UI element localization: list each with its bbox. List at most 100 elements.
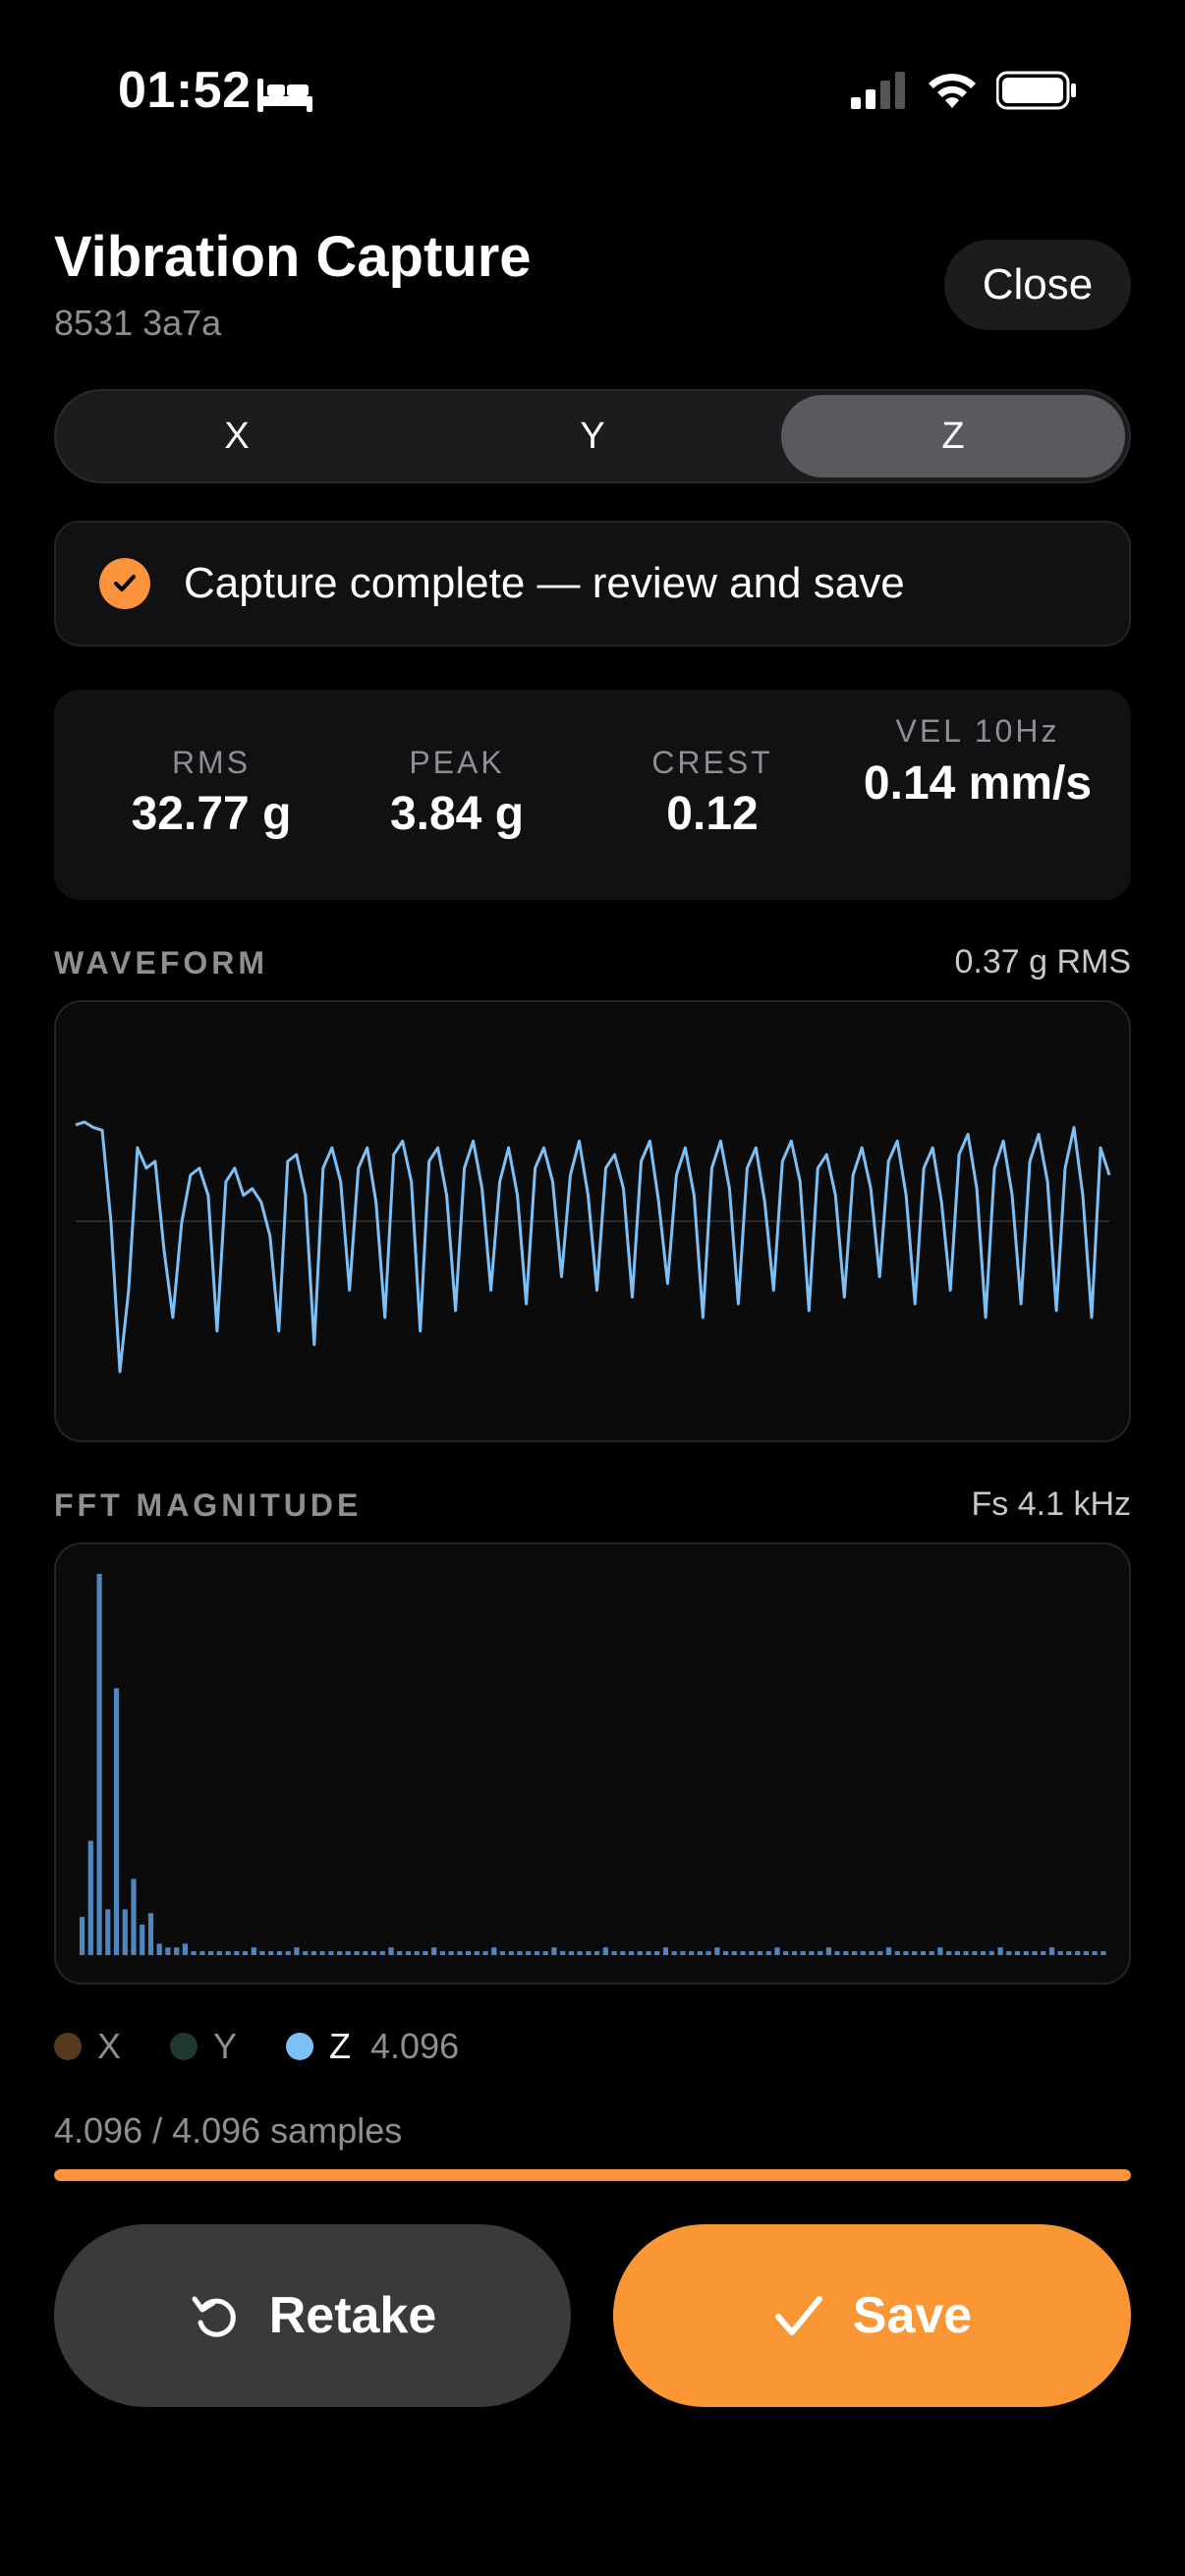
legend-label: X — [97, 2026, 122, 2066]
fft-bar — [1083, 1951, 1089, 1955]
fft-bar — [697, 1951, 703, 1955]
fft-bar — [740, 1951, 746, 1955]
metric-value: 3.84 g — [389, 788, 525, 840]
fft-bar — [337, 1951, 343, 1955]
fft-bar — [276, 1951, 283, 1955]
metric-label: RMS — [171, 745, 252, 780]
fft-bar — [474, 1951, 480, 1955]
fft-bar — [234, 1951, 240, 1955]
cellular-signal-icon — [851, 72, 905, 109]
save-button[interactable]: Save — [613, 2224, 1131, 2407]
fft-bar — [654, 1951, 660, 1955]
fft-bar — [988, 1951, 994, 1955]
fft-bar — [122, 1909, 128, 1955]
fft-bar — [191, 1951, 197, 1955]
metric-value: 32.77 g — [131, 788, 292, 840]
fft-chart — [80, 1574, 1106, 1955]
fft-bar — [620, 1951, 626, 1955]
fft-bar — [1032, 1951, 1038, 1955]
fft-bar — [482, 1951, 488, 1955]
fft-bar — [439, 1951, 445, 1955]
save-label: Save — [852, 2287, 973, 2344]
status-message: Capture complete — review and save — [184, 559, 905, 607]
metric-label: CREST — [651, 745, 773, 780]
device-id: 8531 3a7a — [54, 303, 222, 343]
fft-bar — [723, 1951, 729, 1955]
fft-bar — [860, 1951, 866, 1955]
fft-bar — [774, 1947, 780, 1955]
legend-item-y: Y — [170, 2026, 237, 2067]
fft-bar — [251, 1947, 256, 1955]
fft-bar — [646, 1951, 651, 1955]
fft-bar — [147, 1913, 154, 1955]
fft-bar — [1014, 1951, 1021, 1955]
fft-bar — [731, 1951, 737, 1955]
waveform-rms: 0.37 g RMS — [954, 943, 1131, 980]
fft-bar — [499, 1951, 506, 1955]
retake-label: Retake — [268, 2287, 437, 2344]
fft-bar — [560, 1951, 566, 1955]
metric-velocity: VEL 10Hz 0.14 mm/s — [860, 713, 1096, 812]
axis-legend: X Y Z 4.096 — [54, 2026, 459, 2067]
fft-bar — [182, 1943, 188, 1955]
fft-bar — [294, 1947, 300, 1955]
fft-bar — [800, 1951, 806, 1955]
capture-status-card: Capture complete — review and save — [54, 521, 1131, 646]
progress-bar — [54, 2169, 1131, 2181]
fft-bar — [1092, 1951, 1098, 1955]
fft-bar — [749, 1951, 755, 1955]
fft-bar — [946, 1951, 952, 1955]
fft-bar — [156, 1943, 162, 1955]
fft-bar — [457, 1951, 463, 1955]
fft-bar — [491, 1947, 497, 1955]
fft-bar — [843, 1951, 849, 1955]
fft-bar — [929, 1951, 934, 1955]
metric-crest: CREST 0.12 — [604, 745, 820, 841]
retake-button[interactable]: Retake — [54, 2224, 571, 2407]
fft-bar — [199, 1951, 205, 1955]
tab-axis-y[interactable]: Y — [418, 395, 767, 477]
fft-bar — [216, 1951, 222, 1955]
fft-bar — [87, 1840, 93, 1955]
retake-icon — [192, 2296, 236, 2337]
metric-rms: RMS 32.77 g — [93, 745, 329, 841]
fft-bar — [165, 1947, 171, 1955]
legend-label: Z — [329, 2026, 352, 2066]
fft-bar — [303, 1951, 309, 1955]
metrics-card: RMS 32.77 g PEAK 3.84 g CREST 0.12 VEL 1… — [54, 690, 1131, 900]
legend-dot-x — [54, 2033, 82, 2060]
fft-bar — [345, 1951, 351, 1955]
waveform-label: WAVEFORM — [54, 945, 269, 980]
page-title: Vibration Capture — [54, 225, 532, 289]
fft-bar — [671, 1951, 677, 1955]
metric-label: VEL 10Hz — [895, 713, 1060, 749]
fft-bar — [508, 1951, 514, 1955]
fft-bar — [310, 1951, 316, 1955]
legend-dot-z — [286, 2033, 314, 2060]
fft-bar — [637, 1951, 643, 1955]
metric-value: 0.14 mm/s — [863, 757, 1093, 810]
tab-axis-z[interactable]: Z — [781, 395, 1125, 477]
fft-bar — [834, 1951, 840, 1955]
progress-fill — [54, 2169, 1131, 2181]
waveform-panel — [54, 1000, 1131, 1442]
fft-bar — [140, 1925, 145, 1955]
fft-bar — [903, 1951, 909, 1955]
axis-selector: X Y Z — [54, 389, 1131, 483]
fft-bar — [405, 1951, 412, 1955]
fft-bar — [825, 1947, 831, 1955]
fft-bar — [328, 1951, 334, 1955]
fft-bar — [972, 1951, 978, 1955]
fft-bar — [809, 1951, 815, 1955]
fft-bar — [542, 1951, 548, 1955]
tab-axis-x[interactable]: X — [60, 395, 414, 477]
fft-bar — [388, 1947, 394, 1955]
fft-panel — [54, 1542, 1131, 1985]
fft-bar — [885, 1947, 892, 1955]
close-button[interactable]: Close — [944, 240, 1131, 330]
fft-bar — [714, 1947, 720, 1955]
fft-bar — [1048, 1947, 1055, 1955]
fft-bar — [526, 1951, 532, 1955]
fft-bar — [852, 1951, 858, 1955]
legend-z-count: 4.096 — [370, 2026, 460, 2066]
